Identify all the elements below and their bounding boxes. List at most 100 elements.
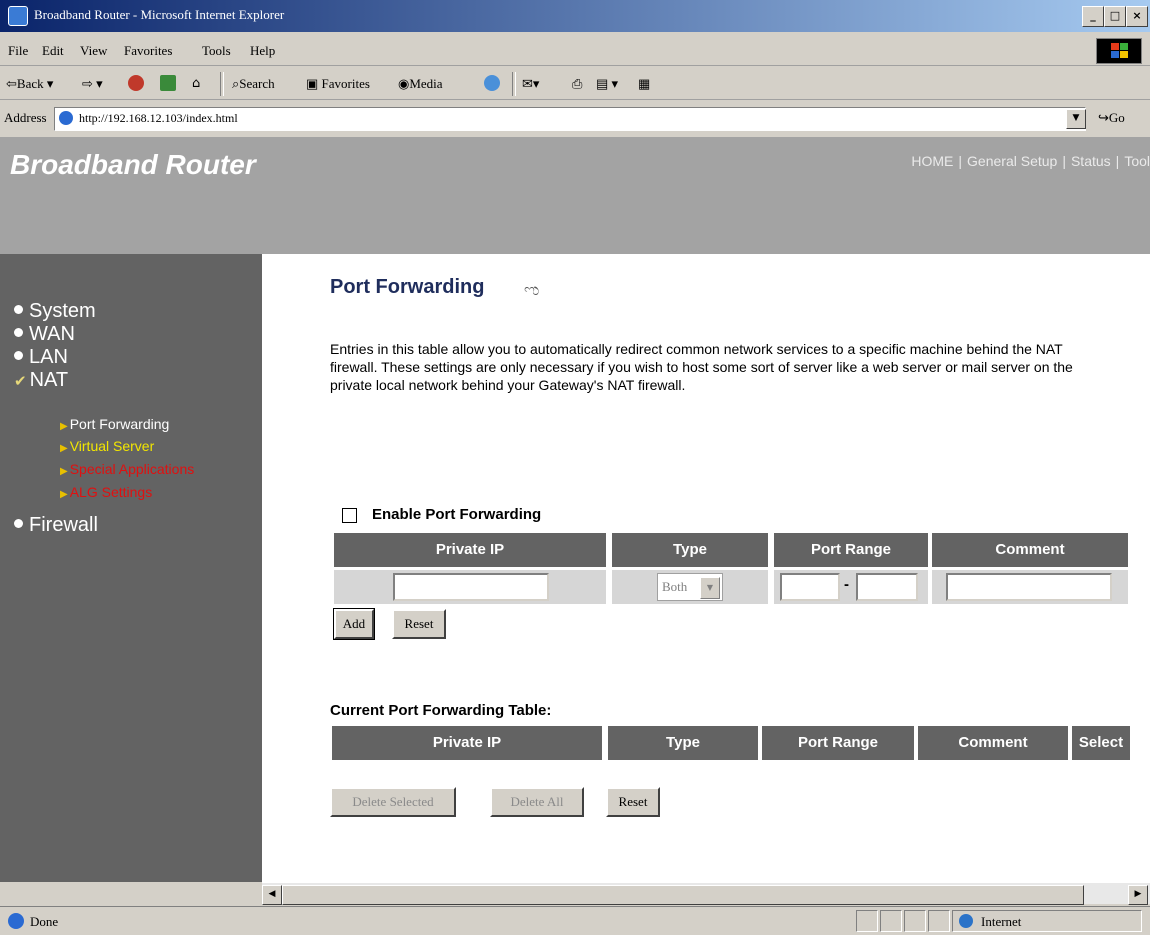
- enable-port-forwarding-label: Enable Port Forwarding: [372, 506, 542, 523]
- status-text: Done: [30, 914, 59, 929]
- back-button[interactable]: ⇦Back ▾: [6, 76, 53, 92]
- arrow-icon: ▶: [60, 421, 68, 432]
- current-header-private-ip: Private IP: [332, 726, 602, 760]
- edit-icon[interactable]: ▤ ▾: [596, 76, 618, 92]
- window-title: Broadband Router - Microsoft Internet Ex…: [34, 7, 285, 22]
- router-banner: Broadband Router HOME | General Setup | Stat…: [0, 137, 1150, 254]
- close-button[interactable]: ×: [1126, 6, 1148, 27]
- current-header-comment: Comment: [918, 726, 1068, 760]
- current-header-select: Select: [1072, 726, 1130, 760]
- sidebar-item-nat[interactable]: ✔ NAT: [14, 369, 68, 392]
- entry-header-type: Type: [612, 533, 768, 567]
- address-dropdown-icon[interactable]: ▼: [1066, 109, 1086, 129]
- delete-all-button[interactable]: Delete All: [490, 787, 584, 817]
- page-title: Port Forwarding: [330, 276, 485, 298]
- favorites-button[interactable]: ▣ Favorites: [306, 76, 370, 92]
- comment-input[interactable]: [946, 573, 1112, 601]
- zone-panel: Internet: [952, 910, 1142, 932]
- back-arrow-icon: ⇦: [6, 76, 17, 91]
- add-button[interactable]: Add: [333, 608, 375, 640]
- check-icon: ✔: [14, 373, 27, 390]
- bullet-icon: [14, 519, 23, 529]
- stop-icon[interactable]: [128, 75, 144, 91]
- nav-status[interactable]: Status: [1071, 153, 1111, 169]
- search-button[interactable]: ⌕Search: [232, 76, 275, 92]
- menu-help[interactable]: Help: [250, 43, 275, 59]
- menu-file[interactable]: File: [8, 43, 28, 59]
- menu-favorites[interactable]: Favorites: [124, 43, 172, 59]
- print-icon[interactable]: ⎙: [572, 76, 582, 92]
- entry-header-port-range: Port Range: [774, 533, 928, 567]
- horizontal-scrollbar[interactable]: ◀ ▶: [262, 882, 1150, 905]
- toolbar: ⇦Back ▾ ⇨ ▾ ⌂ ⌕Search ▣ Favorites ◉Media…: [0, 67, 1150, 100]
- menu-tools[interactable]: Tools: [202, 43, 231, 59]
- refresh-icon[interactable]: [160, 75, 176, 91]
- port-range-end-input[interactable]: [856, 573, 918, 601]
- type-select[interactable]: Both ▼: [657, 573, 723, 601]
- sidebar-item-wan[interactable]: WAN: [14, 323, 75, 346]
- address-input[interactable]: http://192.168.12.103/index.html: [54, 107, 1086, 131]
- mail-icon[interactable]: ✉▾: [522, 76, 539, 92]
- chevron-down-icon: ▼: [700, 577, 720, 599]
- media-button[interactable]: ◉Media: [398, 76, 443, 92]
- media-icon: ◉: [398, 76, 410, 91]
- address-label: Address: [4, 110, 47, 125]
- arrow-icon: ▶: [60, 443, 68, 454]
- enable-port-forwarding-checkbox[interactable]: [342, 508, 357, 523]
- reset-table-button[interactable]: Reset: [606, 787, 660, 817]
- discuss-icon[interactable]: ▦: [638, 76, 650, 92]
- delete-selected-button[interactable]: Delete Selected: [330, 787, 456, 817]
- bullet-icon: [14, 351, 23, 361]
- ie-status-icon: [8, 913, 24, 929]
- home-icon[interactable]: ⌂: [192, 76, 200, 91]
- port-range-start-input[interactable]: [780, 573, 840, 601]
- arrow-icon: ▶: [60, 489, 68, 500]
- history-icon[interactable]: [484, 75, 500, 91]
- current-header-type: Type: [608, 726, 758, 760]
- go-button[interactable]: ↪Go: [1098, 110, 1125, 126]
- nav-general-setup[interactable]: General Setup: [967, 153, 1057, 169]
- nav-tool[interactable]: Tool: [1124, 153, 1150, 169]
- private-ip-input[interactable]: [393, 573, 549, 601]
- sidebar-item-system[interactable]: System: [14, 300, 96, 323]
- sidebar-sub-alg-settings[interactable]: ▶ ALG Settings: [60, 484, 152, 500]
- menu-view[interactable]: View: [80, 43, 107, 59]
- windows-logo-icon: [1096, 38, 1142, 64]
- nav-home[interactable]: HOME: [911, 153, 953, 169]
- toolbar-separator: [220, 72, 224, 96]
- top-nav: HOME | General Setup | Status | Tool: [911, 153, 1150, 169]
- forward-arrow-icon: ⇨ ▾: [82, 76, 103, 91]
- current-table-title: Current Port Forwarding Table:: [330, 702, 552, 719]
- sidebar-sub-virtual-server[interactable]: ▶ Virtual Server: [60, 438, 154, 454]
- help-icon[interactable]: ಌ: [524, 280, 548, 300]
- sidebar-sub-special-applications[interactable]: ▶ Special Applications: [60, 461, 194, 477]
- status-bar: Done Internet: [0, 906, 1150, 935]
- menu-bar: File Edit View Favorites Tools Help: [0, 34, 1150, 66]
- menu-edit[interactable]: Edit: [42, 43, 64, 59]
- toolbar-separator: [512, 72, 516, 96]
- ie-page-icon: [59, 111, 73, 125]
- status-panel: [880, 910, 902, 932]
- ie-app-icon: [8, 6, 28, 26]
- globe-icon: [959, 914, 973, 928]
- port-range-separator: -: [844, 576, 849, 593]
- favorites-icon: ▣: [306, 76, 322, 91]
- status-panel: [928, 910, 950, 932]
- minimize-button[interactable]: _: [1082, 6, 1104, 27]
- address-url: http://192.168.12.103/index.html: [79, 111, 238, 125]
- scroll-thumb[interactable]: [282, 885, 1084, 905]
- current-header-port-range: Port Range: [762, 726, 914, 760]
- arrow-icon: ▶: [60, 466, 68, 477]
- page-description: Entries in this table allow you to autom…: [330, 341, 1073, 393]
- scroll-left-icon[interactable]: ◀: [262, 885, 282, 905]
- sidebar-item-lan[interactable]: LAN: [14, 346, 68, 369]
- reset-button[interactable]: Reset: [392, 609, 446, 639]
- sidebar-sub-port-forwarding[interactable]: ▶ Port Forwarding: [60, 416, 169, 432]
- scroll-right-icon[interactable]: ▶: [1128, 885, 1148, 905]
- sidebar: System WAN LAN ✔ NAT ▶ Port Forwarding ▶ Vi…: [0, 254, 262, 882]
- forward-button[interactable]: ⇨ ▾: [82, 76, 103, 92]
- bullet-icon: [14, 328, 23, 338]
- sidebar-item-firewall[interactable]: Firewall: [14, 514, 98, 537]
- maximize-button[interactable]: □: [1104, 6, 1126, 27]
- title-bar: Broadband Router - Microsoft Internet Ex…: [0, 0, 1150, 32]
